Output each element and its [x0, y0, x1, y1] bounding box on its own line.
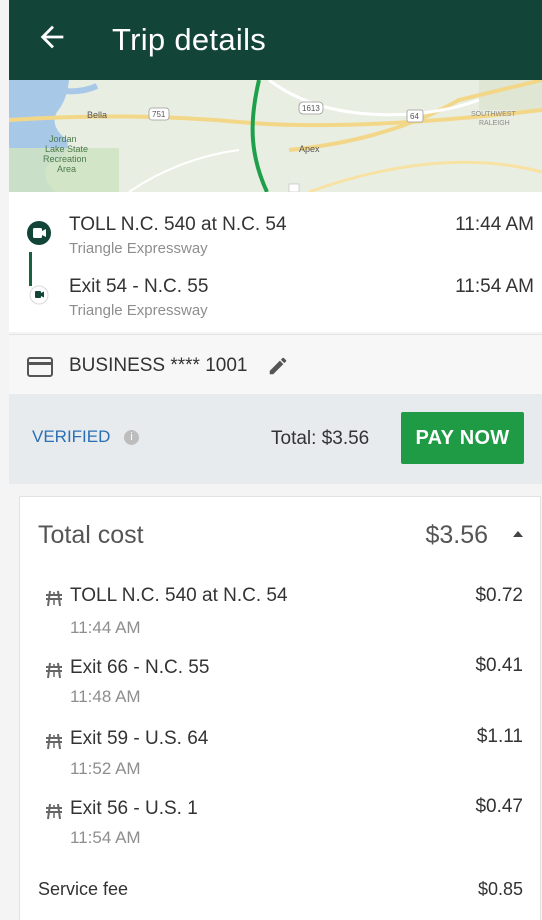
- page-title: Trip details: [112, 22, 267, 57]
- payment-method-label: BUSINESS **** 1001: [69, 355, 248, 376]
- line-item-name: Exit 66 - N.C. 55: [70, 657, 210, 678]
- end-stop-time: 11:54 AM: [455, 276, 534, 297]
- cost-title: Total cost: [38, 521, 144, 549]
- pay-bar: VERIFIED i Total: $3.56 PAY NOW: [9, 394, 542, 484]
- pencil-icon[interactable]: [267, 355, 289, 377]
- cost-total: $3.56: [425, 521, 488, 549]
- toll-road-icon: [46, 590, 62, 607]
- svg-text:Jordan: Jordan: [49, 134, 77, 144]
- toll-road-icon: [46, 662, 62, 679]
- svg-text:751: 751: [152, 110, 166, 119]
- svg-text:Lake State: Lake State: [45, 144, 88, 154]
- total-label: Total: $3.56: [271, 428, 370, 449]
- svg-text:Apex: Apex: [299, 144, 320, 154]
- svg-text:Area: Area: [57, 164, 76, 174]
- start-stop-time: 11:44 AM: [455, 214, 534, 235]
- line-item-name: Exit 59 - U.S. 64: [70, 728, 209, 749]
- svg-text:64: 64: [410, 112, 419, 121]
- caret-up-icon[interactable]: [510, 527, 526, 541]
- line-item-name: Exit 56 - U.S. 1: [70, 798, 198, 819]
- line-item-amount: $0.47: [475, 796, 523, 817]
- payment-method-row[interactable]: BUSINESS **** 1001: [9, 334, 542, 394]
- line-item-name: TOLL N.C. 540 at N.C. 54: [70, 585, 288, 606]
- end-marker-icon: [29, 285, 49, 305]
- line-item-amount: $0.72: [475, 585, 523, 606]
- info-icon[interactable]: i: [124, 430, 139, 445]
- start-stop-road: Triangle Expressway: [69, 240, 208, 257]
- line-item-time: 11:44 AM: [70, 618, 141, 637]
- start-stop-name: TOLL N.C. 540 at N.C. 54: [69, 214, 287, 235]
- end-stop-name: Exit 54 - N.C. 55: [69, 276, 209, 297]
- toll-road-icon: [46, 803, 62, 820]
- cost-breakdown-card: Total cost $3.56 TOLL N.C. 540 at N.C. 5…: [19, 496, 541, 920]
- svg-text:SOUTHWEST: SOUTHWEST: [471, 111, 516, 118]
- svg-text:1613: 1613: [302, 104, 320, 113]
- route-summary: TOLL N.C. 540 at N.C. 54 Triangle Expres…: [9, 192, 542, 332]
- line-item-amount: $1.11: [476, 726, 523, 747]
- svg-text:Recreation: Recreation: [43, 154, 87, 164]
- service-fee-label: Service fee: [38, 879, 129, 899]
- map-graphic: Bella 751 Jordan Lake State Recreation A…: [9, 80, 542, 192]
- service-fee-amount: $0.85: [477, 879, 523, 899]
- route-line: [29, 252, 32, 286]
- line-item-time: 11:52 AM: [70, 759, 141, 778]
- toll-road-icon: [46, 733, 62, 750]
- card-icon: [27, 357, 53, 377]
- line-item-time: 11:54 AM: [70, 828, 141, 847]
- svg-text:RALEIGH: RALEIGH: [479, 120, 510, 127]
- app-bar: Trip details: [9, 0, 542, 80]
- start-marker-icon: [27, 221, 51, 245]
- route-map[interactable]: Bella 751 Jordan Lake State Recreation A…: [9, 80, 542, 192]
- verified-status: VERIFIED: [32, 427, 111, 446]
- pay-now-button[interactable]: PAY NOW: [401, 412, 524, 464]
- svg-text:Bella: Bella: [87, 110, 107, 120]
- line-item-time: 11:48 AM: [70, 687, 141, 706]
- end-stop-road: Triangle Expressway: [69, 302, 208, 319]
- line-item-amount: $0.41: [475, 655, 523, 676]
- back-arrow-icon[interactable]: [35, 20, 69, 54]
